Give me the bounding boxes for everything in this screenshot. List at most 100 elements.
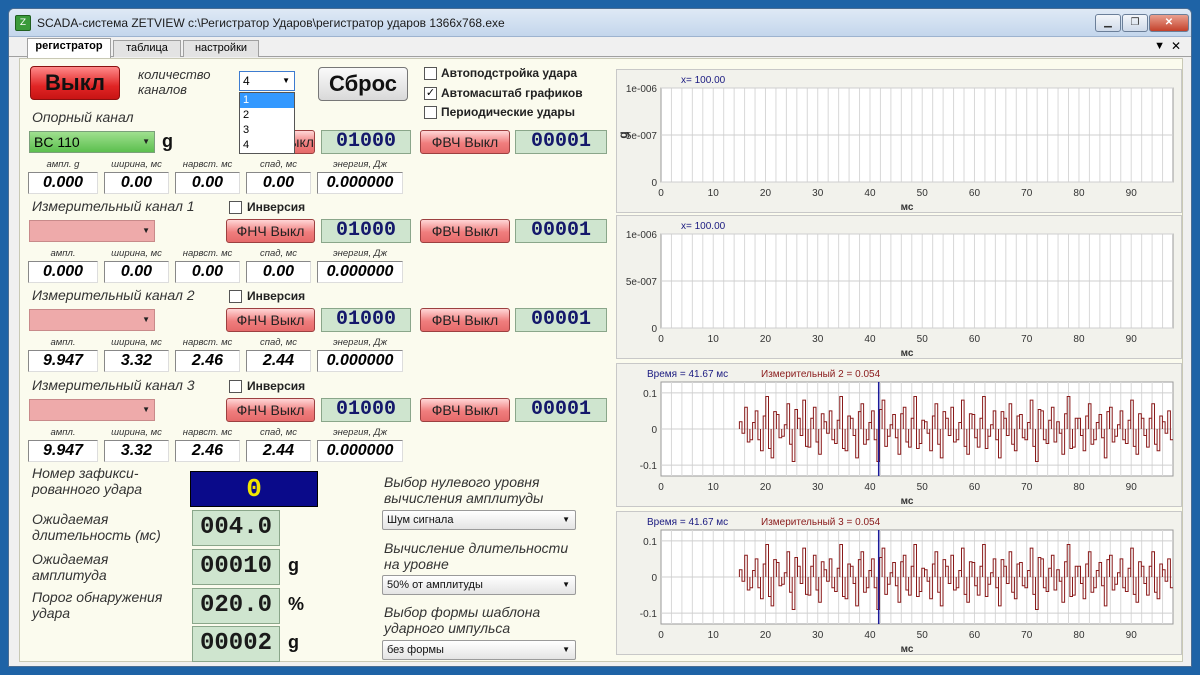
chevron-down-icon: ▼ <box>142 137 150 146</box>
duration-level-select[interactable]: 50% от амплитуды ▼ <box>382 575 576 595</box>
tab-close-icon[interactable]: ✕ <box>1171 39 1181 53</box>
amplitude-label: Ожидаемая амплитуда <box>32 551 109 583</box>
y-tick-label: 0 <box>651 324 657 335</box>
x-tick-label: 50 <box>917 482 929 493</box>
chevron-down-icon: ▼ <box>562 515 570 524</box>
channel-selector[interactable]: BC 110 ▼ <box>29 131 155 153</box>
duration-field[interactable]: 004.0 <box>192 510 280 546</box>
tab-menu-chevron-icon[interactable]: ▼ <box>1154 40 1165 52</box>
lpf-button[interactable]: ФНЧ Выкл <box>226 308 315 332</box>
channel-count-option-3[interactable]: 3 <box>240 123 294 138</box>
channel-title: Измерительный канал 3 <box>32 377 195 393</box>
y-tick-label: 1e-006 <box>626 84 658 95</box>
hpf-button[interactable]: ФВЧ Выкл <box>420 308 510 332</box>
channel-selector[interactable]: ▼ <box>29 309 155 331</box>
close-button[interactable]: ✕ <box>1149 14 1189 32</box>
x-tick-label: 40 <box>864 334 876 345</box>
maximize-button[interactable]: ❐ <box>1122 14 1148 32</box>
inversion-checkbox[interactable] <box>229 290 242 303</box>
hpf-button[interactable]: ФВЧ Выкл <box>420 398 510 422</box>
threshold-field[interactable]: 020.0 <box>192 588 280 624</box>
x-tick-label: 80 <box>1073 334 1085 345</box>
zero-level-select[interactable]: Шум сигнала ▼ <box>382 510 576 530</box>
measure-label: энергия, Дж <box>332 337 387 348</box>
channel-selector[interactable]: ▼ <box>29 399 155 421</box>
x-tick-label: 90 <box>1126 630 1138 641</box>
channel-count-dropdown-list: 1 2 3 4 <box>239 92 295 154</box>
measure-label: ампл. <box>50 427 76 438</box>
auto-scale-checkbox[interactable]: ✓ <box>424 87 437 100</box>
inversion-label: Инверсия <box>247 200 306 214</box>
y-tick-label: -0.1 <box>640 609 658 620</box>
template-select[interactable]: без формы ▼ <box>382 640 576 660</box>
window-title: SCADA-система ZETVIEW c:\Регистратор Уда… <box>37 16 505 30</box>
x-tick-label: 70 <box>1021 188 1033 199</box>
hpf-value-field[interactable]: 00001 <box>515 398 607 422</box>
periodic-checkbox[interactable] <box>424 106 437 119</box>
x-tick-label: 0 <box>658 630 664 641</box>
extra-value-field[interactable]: 00002 <box>192 626 280 662</box>
amplitude-unit: g <box>288 555 299 575</box>
measure-value: 3.32 <box>104 350 169 372</box>
channel-count-option-2[interactable]: 2 <box>240 108 294 123</box>
chart-svg: 1e-006 5e-007 00 10 20 30 40 50 60 70 80 90 мс x= 100… <box>626 221 1174 359</box>
measure-value: 0.00 <box>246 261 311 283</box>
title-bar: Z SCADA-система ZETVIEW c:\Регистратор У… <box>9 9 1191 37</box>
channel-count-select[interactable]: 4 ▼ <box>239 71 295 91</box>
reset-button[interactable]: Сброс <box>318 67 408 101</box>
chevron-down-icon: ▼ <box>142 226 150 235</box>
hpf-button[interactable]: ФВЧ Выкл <box>420 219 510 243</box>
channel-count-value: 4 <box>243 74 250 88</box>
y-tick-label: 0 <box>651 178 657 189</box>
measure-value: 0.000000 <box>317 172 403 194</box>
lpf-button[interactable]: ФНЧ Выкл <box>226 398 315 422</box>
inversion-label: Инверсия <box>247 379 306 393</box>
chart-svg: 0.10-0.10 10 20 30 40 50 60 70 80 90мсВремя = 41.… <box>640 369 1174 507</box>
minimize-button[interactable]: ▁ <box>1095 14 1121 32</box>
x-tick-label: 20 <box>760 630 772 641</box>
chevron-down-icon: ▼ <box>142 315 150 324</box>
measure-value: 2.46 <box>175 350 240 372</box>
measure-value: 0.000 <box>28 261 98 283</box>
auto-tune-label: Автоподстройка удара <box>441 66 578 80</box>
hpf-value-field[interactable]: 00001 <box>515 219 607 243</box>
x-tick-label: 0 <box>658 334 664 345</box>
x-tick-label: 20 <box>760 482 772 493</box>
hpf-button[interactable]: ФВЧ Выкл <box>420 130 510 154</box>
chart-svg: 1e-006 5e-007 00 10 20 30 40 50 60 70 80 90 мс g x= 10… <box>616 75 1174 213</box>
x-tick-label: 40 <box>864 630 876 641</box>
channel-selector[interactable]: ▼ <box>29 220 155 242</box>
hpf-value-field[interactable]: 00001 <box>515 130 607 154</box>
channel-count-option-1[interactable]: 1 <box>240 93 294 108</box>
x-tick-label: 70 <box>1021 630 1033 641</box>
hpf-value-field[interactable]: 00001 <box>515 308 607 332</box>
x-tick-label: 10 <box>708 334 720 345</box>
auto-tune-checkbox[interactable] <box>424 67 437 80</box>
lpf-value-field[interactable]: 01000 <box>321 398 411 422</box>
stop-button[interactable]: Выкл <box>30 66 120 100</box>
x-tick-label: 30 <box>812 482 824 493</box>
amplitude-field[interactable]: 00010 <box>192 549 280 585</box>
measure-label: ампл. g <box>46 159 80 170</box>
measure-value: 2.44 <box>246 350 311 372</box>
chevron-down-icon: ▼ <box>142 405 150 414</box>
lpf-value-field[interactable]: 01000 <box>321 130 411 154</box>
measure-label: нарвст. мс <box>182 159 233 170</box>
tab-settings[interactable]: настройки <box>183 40 259 57</box>
tab-recorder[interactable]: регистратор <box>27 38 111 58</box>
template-value: без формы <box>387 644 444 656</box>
x-tick-label: 50 <box>917 630 929 641</box>
inversion-checkbox[interactable] <box>229 201 242 214</box>
x-tick-label: 70 <box>1021 482 1033 493</box>
channel-count-option-4[interactable]: 4 <box>240 138 294 153</box>
measure-value: 0.00 <box>246 172 311 194</box>
lpf-button[interactable]: ФНЧ Выкл <box>226 219 315 243</box>
duration-level-value: 50% от амплитуды <box>387 579 483 591</box>
measure-label: ампл. <box>50 337 76 348</box>
x-tick-label: 80 <box>1073 188 1085 199</box>
lpf-value-field[interactable]: 01000 <box>321 308 411 332</box>
lpf-value-field[interactable]: 01000 <box>321 219 411 243</box>
inversion-checkbox[interactable] <box>229 380 242 393</box>
tab-table[interactable]: таблица <box>113 40 181 57</box>
x-tick-label: 20 <box>760 334 772 345</box>
